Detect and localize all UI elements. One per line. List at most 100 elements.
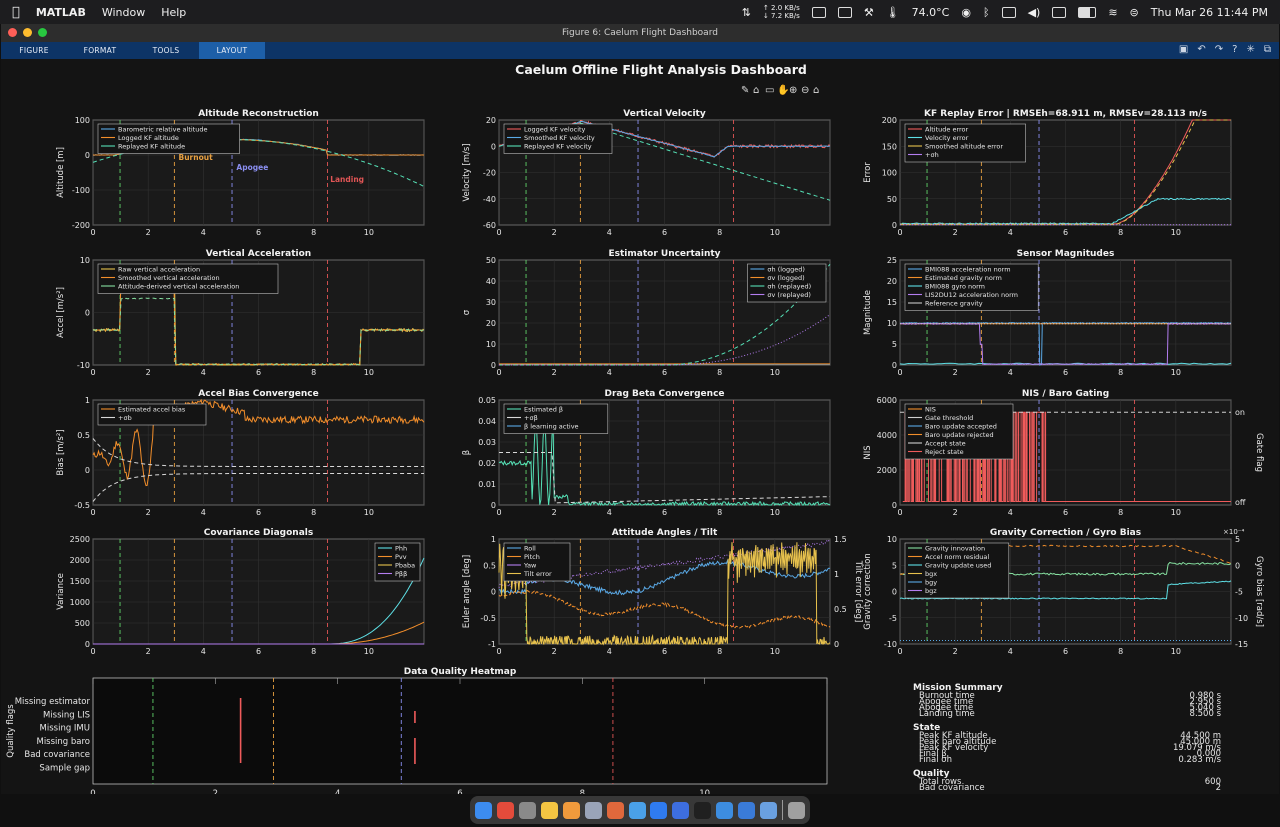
y-tick-label: 25 xyxy=(887,256,897,265)
legend-entry: Yaw xyxy=(523,562,537,570)
x-tick-label: 4 xyxy=(201,228,206,237)
menu-help[interactable]: Help xyxy=(161,6,186,19)
dock-pages-icon[interactable] xyxy=(562,801,580,819)
plot-legend[interactable]: Gravity innovationAccel norm residualGra… xyxy=(904,542,1010,599)
undo-icon[interactable]: ↶ xyxy=(1197,44,1205,55)
datatip-icon[interactable]: ⌂ xyxy=(753,85,759,96)
temperature-readout[interactable]: 74.0°C xyxy=(912,6,950,19)
restore-view-icon[interactable]: ▭ xyxy=(765,85,774,96)
dock-trash-icon[interactable] xyxy=(788,801,805,819)
x-tick-label: 6 xyxy=(256,508,261,517)
thermometer-icon[interactable]: 🌡 xyxy=(886,6,900,19)
dock-freeform-icon[interactable] xyxy=(628,801,646,819)
tab-format[interactable]: FORMAT xyxy=(67,42,133,59)
plot-legend[interactable]: Logged KF velocitySmoothed KF velocityRe… xyxy=(503,123,613,154)
heatmap-row-label: Sample gap xyxy=(39,764,90,774)
zoom-button[interactable] xyxy=(38,28,47,37)
x-tick-label: 6 xyxy=(457,789,462,794)
plot-legend[interactable]: Raw vertical accelerationSmoothed vertic… xyxy=(97,263,279,294)
x-tick-label: 8 xyxy=(1118,228,1123,237)
bluetooth-icon[interactable]: ᛒ xyxy=(983,6,990,19)
right-y-tick-label: on xyxy=(1235,408,1245,417)
brush-icon[interactable]: ✎ xyxy=(741,85,749,96)
dock-matlab-icon[interactable] xyxy=(606,801,624,819)
dock-textedit-icon[interactable] xyxy=(584,801,602,819)
legend-entry: bgx xyxy=(925,570,937,578)
undock-icon[interactable]: ⧉ xyxy=(1264,44,1271,55)
dock-screen-sharing-icon[interactable] xyxy=(716,801,734,819)
plot-legend[interactable]: RollPitchYawTilt error xyxy=(503,542,571,582)
x-tick-label: 10 xyxy=(1171,228,1181,237)
menu-window[interactable]: Window xyxy=(102,6,145,19)
plot-legend[interactable]: σh (logged)σv (logged)σh (replayed)σv (r… xyxy=(747,263,827,303)
home-icon[interactable]: ⌂ xyxy=(813,85,819,96)
window-titlebar[interactable]: Figure 6: Caelum Flight Dashboard xyxy=(1,24,1279,42)
y-tick-label: 30 xyxy=(486,298,496,307)
save-icon[interactable]: ▣ xyxy=(1179,44,1188,55)
heatmap-title: Data Quality Heatmap xyxy=(404,667,517,677)
tools-icon[interactable]: ⚒ xyxy=(864,6,874,19)
plot-legend[interactable]: Estimated β+σββ learning active xyxy=(503,403,609,434)
dock-folder-icon[interactable] xyxy=(760,801,778,819)
dock-finder-icon[interactable] xyxy=(474,801,492,819)
volume-icon[interactable]: ◀) xyxy=(1028,6,1041,19)
y-tick-label: 100 xyxy=(75,116,90,125)
battery-icon[interactable] xyxy=(1078,6,1097,18)
minimize-button[interactable] xyxy=(23,28,32,37)
plot-legend[interactable]: BMI088 acceleration normEstimated gravit… xyxy=(904,263,1039,311)
legend-entry: +σh xyxy=(925,151,939,159)
tab-tools[interactable]: TOOLS xyxy=(133,42,199,59)
y-tick-label: 10 xyxy=(887,535,897,544)
zoom-in-icon[interactable]: ⊕ xyxy=(789,85,797,96)
y-tick-label: 1000 xyxy=(70,598,90,607)
y-tick-label: 0 xyxy=(85,466,90,475)
wifi-icon[interactable]: ≋ xyxy=(1108,6,1117,19)
network-speed[interactable]: ↑ 2.0 KB/s ↓ 7.2 KB/s xyxy=(763,4,800,20)
airdrop-icon[interactable]: ◉ xyxy=(961,6,971,19)
dock-notes-icon[interactable] xyxy=(540,801,558,819)
plot-legend[interactable]: NISGate thresholdBaro update acceptedBar… xyxy=(904,403,1014,460)
legend-entry: Pbaba xyxy=(395,562,415,570)
plot-panel: 200 150 100 50 00 2 4 6 8 10 KF Replay Error | RMS… xyxy=(863,109,1232,237)
y-axis-label: NIS xyxy=(863,445,873,459)
cpu-monitor-icon[interactable] xyxy=(837,6,852,18)
dock-launchpad-icon[interactable] xyxy=(518,801,536,819)
dock-chrome-icon[interactable] xyxy=(496,801,514,819)
y-tick-label: 20 xyxy=(887,277,897,286)
y-axis-label: Altitude [m] xyxy=(56,147,66,198)
menu-app-matlab[interactable]: MATLAB xyxy=(36,6,86,19)
keyboard-icon[interactable] xyxy=(1052,6,1067,18)
network-activity-icon[interactable]: ⇅ xyxy=(742,6,751,19)
y-axis-label: Variance xyxy=(56,573,66,610)
dock-terminal-icon[interactable] xyxy=(694,801,712,819)
screen-capture-icon[interactable] xyxy=(811,6,826,18)
help-icon[interactable]: ? xyxy=(1232,44,1237,55)
pan-icon[interactable]: ✋ xyxy=(777,83,789,96)
tab-figure[interactable]: FIGURE xyxy=(1,42,67,59)
redo-icon[interactable]: ↷ xyxy=(1215,44,1223,55)
summary-label: Landing time xyxy=(919,709,975,719)
tab-layout[interactable]: LAYOUT xyxy=(199,42,265,59)
apple-menu-icon[interactable]:  xyxy=(12,5,20,20)
zoom-out-icon[interactable]: ⊖ xyxy=(801,85,809,96)
dock-navigator-icon[interactable] xyxy=(672,801,690,819)
close-button[interactable] xyxy=(8,28,17,37)
plot-title: Vertical Acceleration xyxy=(206,249,311,259)
dock-appstore-icon[interactable] xyxy=(650,801,668,819)
pin-icon[interactable]: ✳ xyxy=(1246,44,1254,55)
legend-entry: Raw vertical acceleration xyxy=(118,266,200,274)
x-tick-label: 4 xyxy=(607,508,612,517)
heatmap-axes[interactable] xyxy=(92,677,828,785)
plot-panel: 200-20-40-600 2 4 6 8 10Vertical VelocityVelo… xyxy=(462,109,831,237)
display-icon[interactable] xyxy=(1001,6,1016,18)
plot-legend[interactable]: Estimated accel bias+σb xyxy=(97,403,207,426)
control-center-icon[interactable]: ⊜ xyxy=(1130,6,1139,19)
plot-legend[interactable]: PhhPvvPbabaPββ xyxy=(374,542,421,582)
dock-simulator-icon[interactable] xyxy=(738,801,756,819)
y-tick-label: 0.5 xyxy=(77,431,90,440)
plot-legend[interactable]: Altitude errorVelocity errorSmoothed alt… xyxy=(904,123,1026,163)
clock[interactable]: Thu Mar 26 11:44 PM xyxy=(1151,6,1268,19)
plot-legend[interactable]: Barometric relative altitudeLogged KF al… xyxy=(97,123,240,154)
y-tick-label: 0 xyxy=(491,361,496,370)
y-tick-label: -40 xyxy=(483,195,496,204)
